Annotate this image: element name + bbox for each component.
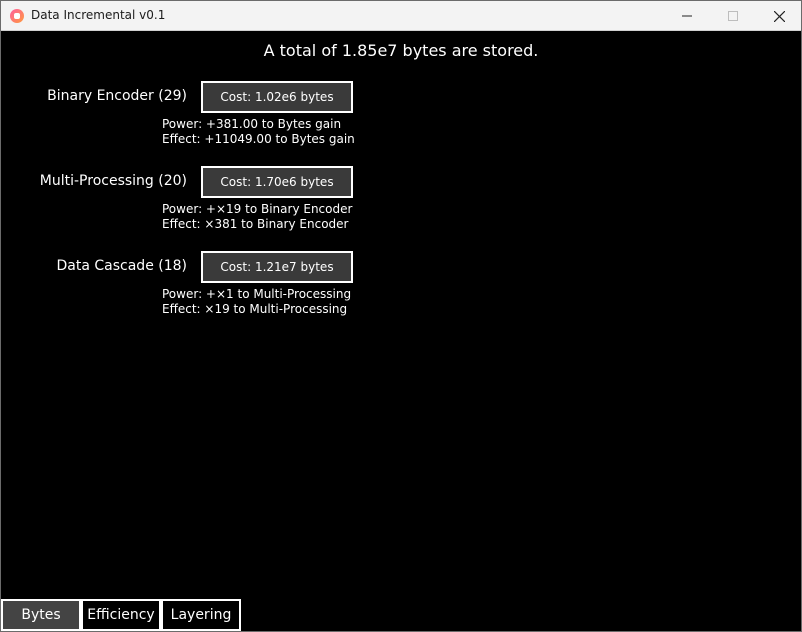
upgrade-info-data-cascade: Power: +×1 to Multi-Processing Effect: ×… bbox=[162, 287, 351, 317]
tab-layering[interactable]: Layering bbox=[161, 599, 241, 631]
power-text: Power: +381.00 to Bytes gain bbox=[162, 117, 342, 131]
total-bytes-text: A total of 1.85e7 bytes are stored. bbox=[263, 41, 539, 60]
minimize-icon bbox=[682, 15, 692, 17]
app-logo-icon bbox=[10, 9, 24, 23]
effect-text: Effect: +11049.00 to Bytes gain bbox=[162, 132, 355, 146]
close-icon bbox=[773, 10, 785, 22]
effect-text: Effect: ×19 to Multi-Processing bbox=[162, 302, 348, 316]
close-button[interactable] bbox=[756, 1, 802, 31]
power-text: Power: +×1 to Multi-Processing bbox=[162, 287, 352, 301]
buy-multi-processing-button[interactable]: Cost: 1.70e6 bytes bbox=[201, 166, 353, 198]
title-bar[interactable]: Data Incremental v0.1 bbox=[1, 1, 801, 31]
window-title: Data Incremental v0.1 bbox=[31, 8, 166, 22]
tab-bytes[interactable]: Bytes bbox=[1, 599, 81, 631]
minimize-button[interactable] bbox=[664, 1, 710, 31]
effect-text: Effect: ×381 to Binary Encoder bbox=[162, 217, 349, 231]
maximize-button[interactable] bbox=[710, 1, 756, 31]
app-window: Data Incremental v0.1 A total of 1.85e7 … bbox=[0, 0, 802, 632]
upgrade-info-binary-encoder: Power: +381.00 to Bytes gain Effect: +11… bbox=[162, 117, 355, 147]
maximize-icon bbox=[728, 11, 738, 21]
buy-data-cascade-button[interactable]: Cost: 1.21e7 bytes bbox=[201, 251, 353, 283]
upgrade-name-data-cascade: Data Cascade (18) bbox=[56, 258, 188, 274]
upgrade-name-binary-encoder: Binary Encoder (29) bbox=[47, 88, 187, 104]
tab-efficiency[interactable]: Efficiency bbox=[81, 599, 161, 631]
buy-binary-encoder-button[interactable]: Cost: 1.02e6 bytes bbox=[201, 81, 353, 113]
upgrade-name-multi-processing: Multi-Processing (20) bbox=[39, 173, 187, 189]
upgrade-info-multi-processing: Power: +×19 to Binary Encoder Effect: ×3… bbox=[162, 202, 352, 232]
power-text: Power: +×19 to Binary Encoder bbox=[162, 202, 353, 216]
